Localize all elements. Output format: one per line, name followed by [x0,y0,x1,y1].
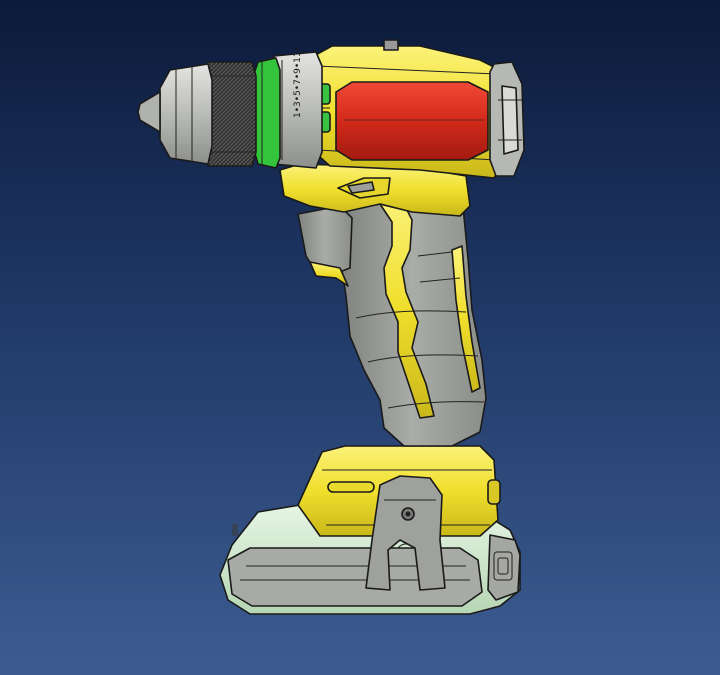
rear-end-cap [489,61,525,177]
handle-grip[interactable] [339,189,487,447]
drill-model[interactable]: 1•3•5•7•9•11• [0,0,720,675]
cad-viewport[interactable]: 1•3•5•7•9•11• [0,0,720,675]
green-torque-ring[interactable] [253,57,281,169]
chuck-nose[interactable] [137,63,213,165]
clutch-scale-marks: 1•3•5•7•9•11• [293,46,303,118]
clutch-collar[interactable]: 1•3•5•7•9•11• [273,46,323,169]
